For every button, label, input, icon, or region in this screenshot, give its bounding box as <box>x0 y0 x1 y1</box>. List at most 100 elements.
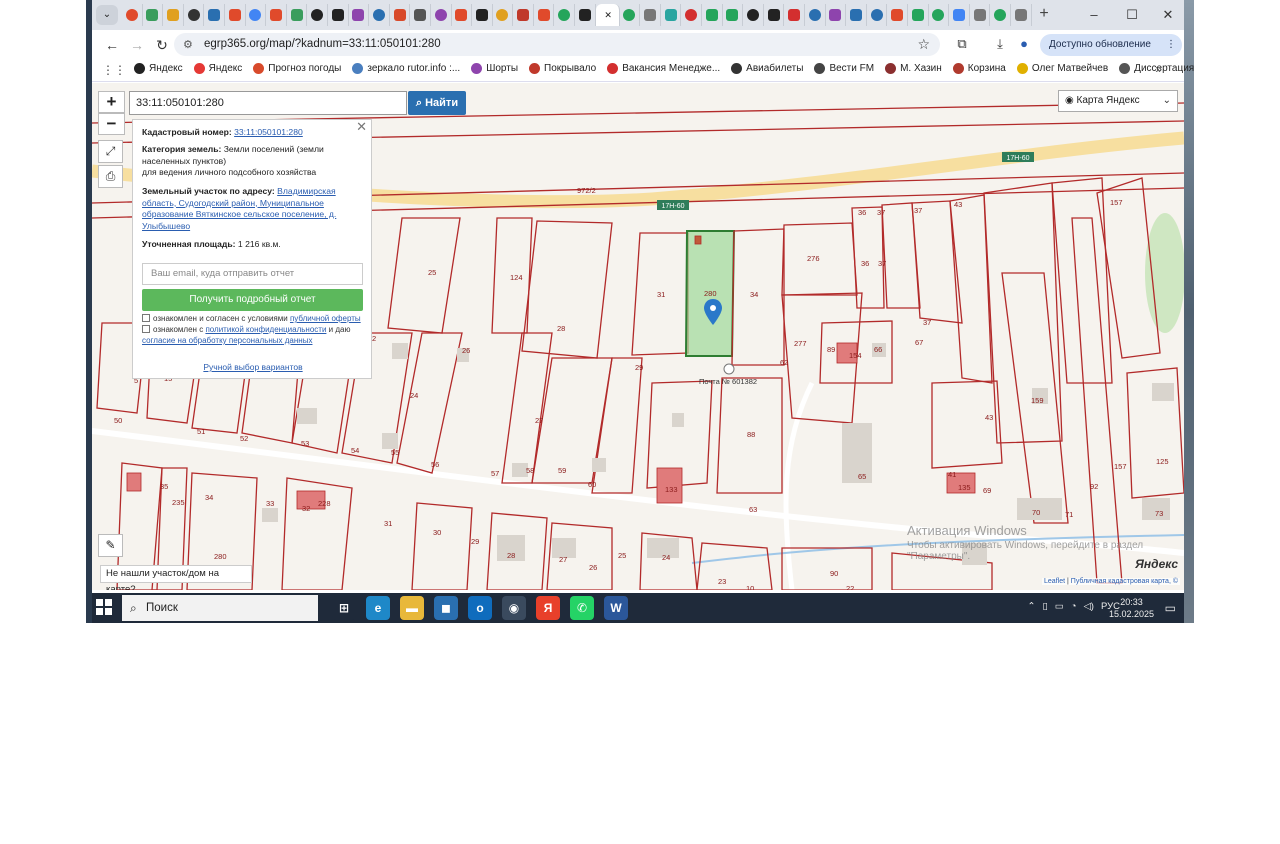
new-tab-button[interactable]: + <box>1034 5 1054 25</box>
bookmark-item[interactable]: Вести FM <box>814 63 874 74</box>
yandex-browser-icon[interactable]: Я <box>536 596 560 620</box>
parcel-number-label[interactable]: 69 <box>983 486 991 495</box>
outlook-icon[interactable]: o <box>468 596 492 620</box>
browser-tab[interactable]: ✕ <box>595 4 620 26</box>
apps-grid-icon[interactable]: ⋮⋮ <box>102 63 126 77</box>
parcel-number-label[interactable]: 33 <box>266 499 274 508</box>
extensions-icon[interactable]: ⧉ <box>954 36 970 52</box>
pkk-link[interactable]: Публичная кадастровая карта, © <box>1071 578 1178 585</box>
cad-number-link[interactable]: 33:11:050101:280 <box>234 127 303 137</box>
parcel-number-label[interactable]: 73 <box>1155 509 1163 518</box>
parcel-number-label[interactable]: 41 <box>948 470 956 479</box>
edge-icon[interactable]: e <box>366 596 390 620</box>
parcel-number-label[interactable]: 28 <box>557 324 565 333</box>
windows-start-icon[interactable] <box>96 599 112 615</box>
parcel-number-label[interactable]: 159 <box>1031 396 1044 405</box>
checkbox-offer[interactable] <box>142 314 150 322</box>
parcel-number-label[interactable]: 25 <box>618 551 626 560</box>
parcel-number-label[interactable]: 277 <box>794 339 807 348</box>
fullscreen-button[interactable]: ⤢ <box>98 140 123 163</box>
tray-battery-icon[interactable]: ▭ <box>1055 601 1064 612</box>
parcel-number-label[interactable]: 30 <box>433 528 441 537</box>
parcel-number-label[interactable]: 36 <box>858 208 866 217</box>
parcel-number-label[interactable]: 280 <box>704 289 717 298</box>
browser-tab[interactable] <box>867 4 888 26</box>
parcel-number-label[interactable]: 10 <box>746 584 754 590</box>
parcel-number-label[interactable]: 62 <box>780 358 788 367</box>
profile-icon[interactable]: ● <box>1016 36 1032 52</box>
not-found-link[interactable]: Не нашли участок/дом на карте? <box>100 565 252 590</box>
browser-tab[interactable] <box>452 4 473 26</box>
parcel-number-label[interactable]: 57 <box>491 469 499 478</box>
parcel-number-label[interactable]: 26 <box>462 346 470 355</box>
more-bookmarks-icon[interactable]: » <box>1155 62 1162 76</box>
browser-tab[interactable] <box>949 4 970 26</box>
parcel-number-label[interactable]: 26 <box>589 563 597 572</box>
offer-consent-checkbox[interactable]: ознакомлен и согласен с условиями публич… <box>142 313 364 324</box>
minimize-button[interactable]: – <box>1078 4 1110 26</box>
browser-tab[interactable] <box>620 4 641 26</box>
parcel-number-label[interactable]: 55 <box>391 448 399 457</box>
tray-device-icon[interactable]: ▯ <box>1043 601 1048 612</box>
parcel-number-label[interactable]: 60 <box>588 480 596 489</box>
browser-tab[interactable] <box>122 4 143 26</box>
browser-tab[interactable] <box>513 4 534 26</box>
zoom-out-button[interactable]: − <box>98 113 125 135</box>
parcel-number-label[interactable]: 71 <box>1065 510 1073 519</box>
parcel-number-label[interactable]: 88 <box>747 430 755 439</box>
parcel-number-label[interactable]: 157 <box>1114 462 1127 471</box>
browser-tab[interactable] <box>493 4 514 26</box>
bookmark-item[interactable]: Олег Матвейчев <box>1016 63 1108 74</box>
browser-tab[interactable] <box>534 4 555 26</box>
browser-tab[interactable] <box>990 4 1011 26</box>
checkbox-privacy[interactable] <box>142 325 150 333</box>
site-info-icon[interactable]: ⚙ <box>183 38 193 51</box>
tray-chevron-icon[interactable]: ⌃ <box>1028 601 1036 612</box>
close-tab-icon[interactable]: ✕ <box>604 10 612 21</box>
wifi-icon[interactable]: ◔ <box>1071 601 1077 612</box>
browser-tab[interactable] <box>410 4 431 26</box>
browser-tab[interactable] <box>661 4 682 26</box>
parcel-number-label[interactable]: 276 <box>807 254 820 263</box>
word-icon[interactable]: W <box>604 596 628 620</box>
ruler-icon[interactable]: ✎ <box>98 534 123 557</box>
browser-tab[interactable] <box>846 4 867 26</box>
parcel-number-label[interactable]: 24 <box>662 553 670 562</box>
offer-link[interactable]: публичной оферты <box>290 314 361 323</box>
manual-selection-link[interactable]: Ручной выбор вариантов <box>133 362 373 374</box>
browser-tab[interactable] <box>287 4 308 26</box>
parcel-number-label[interactable]: 22 <box>846 584 854 590</box>
bookmark-item[interactable]: зеркало rutor.info :... <box>352 63 460 74</box>
parcel-number-label[interactable]: 24 <box>410 391 418 400</box>
browser-tab[interactable] <box>908 4 929 26</box>
privacy-policy-link[interactable]: политикой конфиденциальности <box>205 325 326 334</box>
parcel-number-label[interactable]: 65 <box>858 472 866 481</box>
browser-tab[interactable] <box>723 4 744 26</box>
parcel-number-label[interactable]: 36 <box>861 259 869 268</box>
chrome-update-button[interactable]: Доступно обновление Chrome ⋮ <box>1040 34 1182 72</box>
browser-tab[interactable] <box>805 4 826 26</box>
print-button[interactable]: ⎙ <box>98 165 123 188</box>
chrome-icon[interactable]: ◉ <box>502 596 526 620</box>
download-icon[interactable]: ⤓ <box>992 36 1008 52</box>
browser-tab[interactable] <box>970 4 991 26</box>
browser-tab[interactable] <box>887 4 908 26</box>
browser-tab[interactable] <box>472 4 493 26</box>
bookmark-item[interactable]: Корзина <box>952 63 1006 74</box>
browser-tab[interactable] <box>266 4 287 26</box>
whatsapp-icon[interactable]: ✆ <box>570 596 594 620</box>
browser-tab[interactable] <box>784 4 805 26</box>
parcel-number-label[interactable]: 37 <box>877 208 885 217</box>
parcel-number-label[interactable]: 51 <box>197 427 205 436</box>
parcel-number-label[interactable]: 25 <box>428 268 436 277</box>
parcel-number-label[interactable]: 67 <box>915 338 923 347</box>
parcel-number-label[interactable]: 63 <box>749 505 757 514</box>
parcel-number-label[interactable]: 28 <box>507 551 515 560</box>
bookmark-star-icon[interactable]: ☆ <box>917 36 930 53</box>
parcel-number-label[interactable]: 58 <box>526 466 534 475</box>
bookmark-item[interactable]: Шорты <box>471 63 518 74</box>
bookmark-item[interactable]: Яндекс <box>193 63 242 74</box>
parcel-number-label[interactable]: 37 <box>878 259 886 268</box>
parcel-number-label[interactable]: 124 <box>510 273 523 282</box>
bookmark-item[interactable]: Яндекс <box>134 63 183 74</box>
